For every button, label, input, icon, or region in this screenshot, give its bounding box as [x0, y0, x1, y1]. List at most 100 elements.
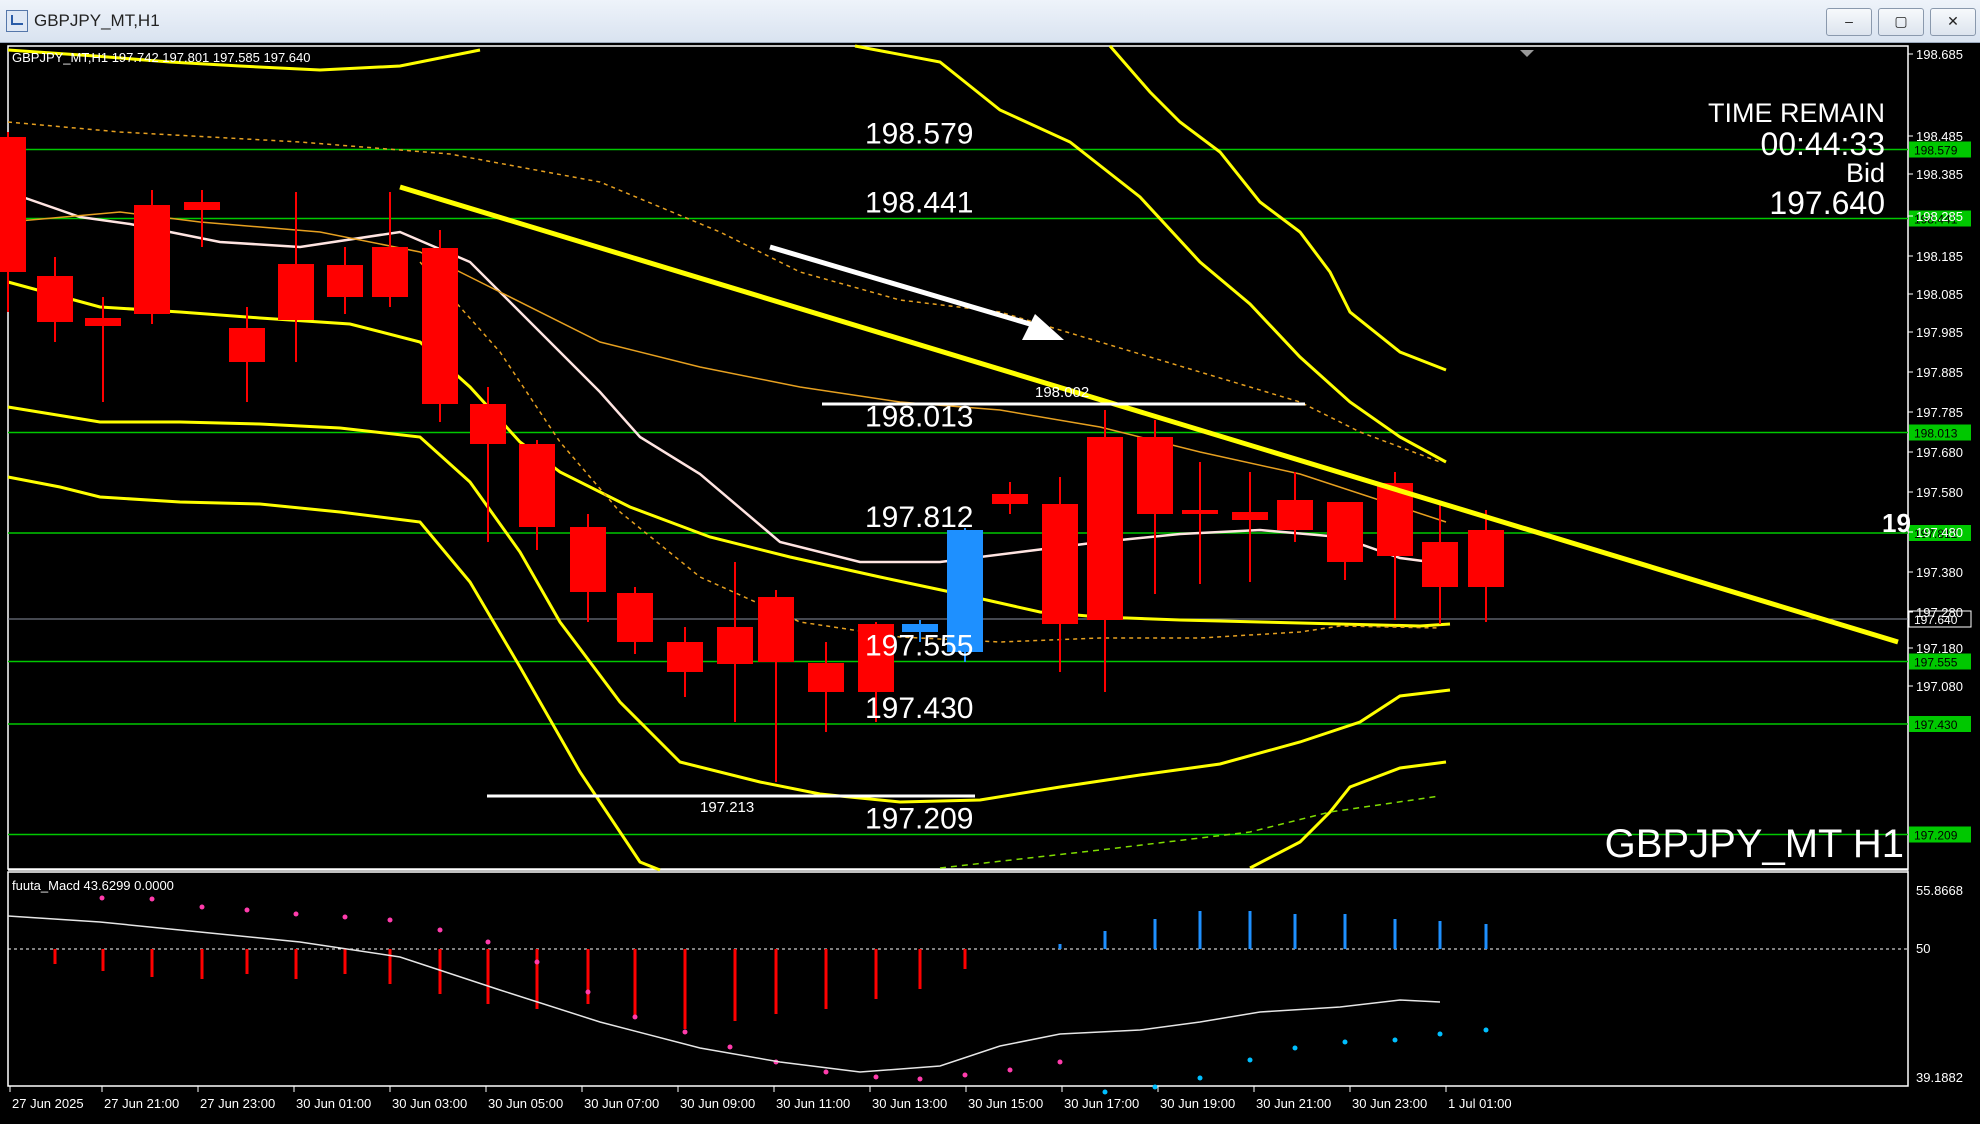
- level-price-tag-text: 197.430: [1914, 718, 1958, 732]
- time-axis-label: 27 Jun 23:00: [200, 1096, 275, 1111]
- swing-low-label: 197.213: [700, 799, 754, 816]
- time-axis-label: 30 Jun 15:00: [968, 1096, 1043, 1111]
- downtrend-line: [399, 184, 1899, 645]
- bear-candle: [1087, 437, 1123, 620]
- bear-candle: [1042, 504, 1078, 624]
- time-axis-label: 30 Jun 09:00: [680, 1096, 755, 1111]
- macd-frame: [7, 871, 1909, 1087]
- time-axis-label: 27 Jun 21:00: [104, 1096, 179, 1111]
- price-tick-label: 197.885: [1916, 365, 1963, 380]
- bear-candle: [717, 627, 753, 664]
- scroll-marker: [1520, 50, 1534, 57]
- price-chart[interactable]: 198.002 197.213 198.579 198.441 198.013 197…: [0, 42, 1980, 1119]
- envelope-upper: [7, 121, 1441, 463]
- price-tick-label: 197.080: [1916, 679, 1963, 694]
- time-axis-label: 27 Jun 2025: [12, 1096, 84, 1111]
- price-tick-label: 198.085: [1916, 287, 1963, 302]
- price-tick-label: 197.580: [1916, 485, 1963, 500]
- bear-candle: [1422, 542, 1458, 587]
- time-axis-label: 30 Jun 19:00: [1160, 1096, 1235, 1111]
- time-axis-label: 30 Jun 01:00: [296, 1096, 371, 1111]
- ema-line: [7, 211, 1447, 523]
- macd-signal-dot: [437, 927, 443, 933]
- price-tick-label: 198.685: [1916, 47, 1963, 62]
- level-label: 197.430: [865, 692, 973, 725]
- price-tick-label: 198.485: [1916, 129, 1963, 144]
- macd-signal-dot: [149, 896, 155, 902]
- chart-frame: [7, 45, 1909, 870]
- macd-signal-dot: [1342, 1039, 1348, 1045]
- time-axis-label: 30 Jun 21:00: [1256, 1096, 1331, 1111]
- bid-value: 197.640: [1769, 185, 1885, 221]
- bear-candle: [1232, 512, 1268, 520]
- macd-tick-label: 55.8668: [1916, 883, 1963, 898]
- macd-signal-dot: [99, 895, 105, 901]
- macd-signal-dot: [1247, 1057, 1253, 1063]
- bear-candle: [184, 202, 220, 210]
- symbol-watermark: GBPJPY_MT H1: [1605, 822, 1904, 866]
- macd-signal-dot: [873, 1074, 879, 1080]
- level-price-tag-text: 197.209: [1914, 829, 1958, 843]
- bear-candle: [37, 276, 73, 322]
- macd-signal-dot: [1152, 1084, 1158, 1090]
- chart-app-icon: [6, 10, 28, 32]
- macd-signal-dot: [1392, 1037, 1398, 1043]
- level-label: 197.812: [865, 501, 973, 534]
- macd-signal-dot: [485, 939, 491, 945]
- price-tick-label: 198.185: [1916, 249, 1963, 264]
- level-label: 198.441: [865, 187, 973, 220]
- down-arrow-line: [769, 244, 1041, 330]
- time-axis-label: 30 Jun 05:00: [488, 1096, 563, 1111]
- bear-candle: [758, 597, 794, 662]
- macd-signal-dot: [293, 911, 299, 917]
- maximize-button[interactable]: ▢: [1878, 8, 1924, 36]
- bear-candle: [1468, 530, 1504, 587]
- macd-signal-dot: [534, 959, 540, 965]
- band-right-lower: [1249, 760, 1447, 870]
- level-label: 198.579: [865, 118, 973, 151]
- time-axis-label: 30 Jun 17:00: [1064, 1096, 1139, 1111]
- level-label: 197.209: [865, 803, 973, 836]
- macd-signal-dot: [1197, 1075, 1203, 1081]
- macd-tick-label: 39.1882: [1916, 1070, 1963, 1085]
- macd-line: [7, 915, 1441, 1073]
- chart-area[interactable]: 198.002 197.213 198.579 198.441 198.013 197…: [0, 42, 1980, 1119]
- macd-signal-dot: [962, 1072, 968, 1078]
- time-remain-label: TIME REMAIN: [1708, 98, 1885, 128]
- macd-signal-dot: [632, 1014, 638, 1020]
- bear-candle: [1182, 510, 1218, 514]
- macd-signal-dot: [1483, 1027, 1489, 1033]
- close-button[interactable]: ✕: [1930, 8, 1976, 36]
- bear-candle: [229, 328, 265, 362]
- moving-average-line: [7, 190, 1447, 566]
- bear-candle: [372, 247, 408, 297]
- window-title: GBPJPY_MT,H1: [34, 11, 160, 30]
- macd-signal-dot: [682, 1029, 688, 1035]
- price-tick-label: 197.380: [1916, 565, 1963, 580]
- macd-signal-dot: [1007, 1067, 1013, 1073]
- macd-signal-dot: [917, 1076, 923, 1082]
- bear-candle: [519, 444, 555, 527]
- price-tick-label: 197.785: [1916, 405, 1963, 420]
- level-price-tag-text: 198.579: [1914, 144, 1958, 158]
- time-axis-label: 30 Jun 13:00: [872, 1096, 947, 1111]
- macd-signal-dot: [1437, 1031, 1443, 1037]
- level-label: 197.555: [865, 630, 973, 663]
- minimize-button[interactable]: –: [1826, 8, 1872, 36]
- bear-candle: [134, 205, 170, 314]
- time-axis-label: 30 Jun 11:00: [776, 1096, 850, 1111]
- time-axis-label: 30 Jun 23:00: [1352, 1096, 1427, 1111]
- macd-signal-dot: [342, 914, 348, 920]
- macd-tick-label: 50: [1916, 941, 1930, 956]
- price-tick-label: 198.285: [1916, 209, 1963, 224]
- bear-candle: [667, 642, 703, 672]
- bear-candle: [1327, 502, 1363, 562]
- chart-info-text: GBPJPY_MT,H1 197.742 197.801 197.585 197…: [12, 50, 311, 65]
- swing-high-label: 198.002: [1035, 384, 1089, 401]
- band-right-outer: [1108, 45, 1447, 372]
- level-price-tag-text: 198.013: [1914, 427, 1958, 441]
- macd-signal-dot: [387, 917, 393, 923]
- time-axis-label: 30 Jun 07:00: [584, 1096, 659, 1111]
- window-titlebar: GBPJPY_MT,H1 – ▢ ✕: [0, 0, 1980, 43]
- price-tick-label: 197.480: [1916, 525, 1963, 540]
